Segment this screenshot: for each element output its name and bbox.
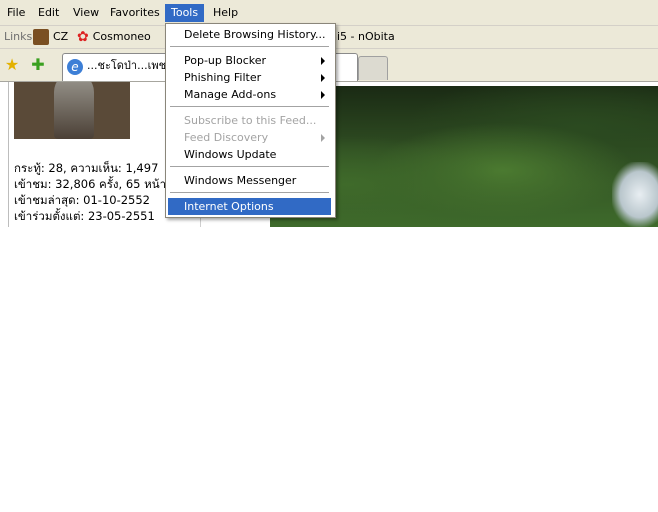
menu-item-subscribe-feed: Subscribe to this Feed... xyxy=(168,112,331,129)
link-cosmoneo-label: Cosmoneo xyxy=(92,30,151,43)
menu-item-label: Delete Browsing History... xyxy=(184,28,326,41)
cosmoneo-icon: ✿ xyxy=(77,29,89,45)
submenu-arrow-icon xyxy=(321,74,325,82)
menu-item-label: Internet Options xyxy=(184,200,274,213)
menu-separator xyxy=(170,106,329,107)
stat-posts: กระทู้: 28, ความเห็น: 1,497 xyxy=(14,161,159,175)
link-hi5-label: hi5 - nObita xyxy=(330,30,395,43)
tools-dropdown: Delete Browsing History... Pop-up Blocke… xyxy=(165,23,336,218)
stat-visits: เข้าชม: 32,806 ครั้ง, 65 หน้า/วัน xyxy=(14,177,185,191)
menu-item-label: Manage Add-ons xyxy=(184,88,277,101)
menu-item-label: Feed Discovery xyxy=(184,131,269,144)
submenu-arrow-icon xyxy=(321,91,325,99)
menu-item-label: Windows Messenger xyxy=(184,174,297,187)
menu-item-windows-messenger[interactable]: Windows Messenger xyxy=(168,172,331,189)
menu-item-manage-addons[interactable]: Manage Add-ons xyxy=(168,86,331,103)
menu-item-label: Subscribe to this Feed... xyxy=(184,114,317,127)
link-cz[interactable]: CZ xyxy=(33,28,68,46)
stat-last-visit: เข้าชมล่าสุด: 01-10-2552 xyxy=(14,193,150,207)
menu-file[interactable]: File xyxy=(1,4,31,22)
favorites-star-icon[interactable]: ★ xyxy=(3,56,21,74)
tab-title: ...ชะโดป่า...เพชร xyxy=(87,59,172,72)
menu-item-delete-browsing-history[interactable]: Delete Browsing History... xyxy=(168,26,331,43)
menu-favorites[interactable]: Favorites xyxy=(104,4,166,22)
menu-item-feed-discovery: Feed Discovery xyxy=(168,129,331,146)
menu-view[interactable]: View xyxy=(67,4,105,22)
menu-separator xyxy=(170,192,329,193)
menu-item-label: Pop-up Blocker xyxy=(184,54,267,67)
link-hi5[interactable]: hi5 - nObita xyxy=(330,28,395,46)
menu-help[interactable]: Help xyxy=(207,4,244,22)
cz-icon xyxy=(33,29,49,45)
menu-item-label: Phishing Filter xyxy=(184,71,262,84)
new-tab-button[interactable] xyxy=(358,56,388,80)
menu-separator xyxy=(170,46,329,47)
submenu-arrow-icon xyxy=(321,134,325,142)
menu-tools[interactable]: Tools xyxy=(165,4,205,22)
links-label: Links xyxy=(4,30,33,43)
link-cz-label: CZ xyxy=(53,30,69,43)
menu-item-phishing-filter[interactable]: Phishing Filter xyxy=(168,69,331,86)
profile-stats: กระทู้: 28, ความเห็น: 1,497 เข้าชม: 32,8… xyxy=(14,160,184,224)
page-left-border xyxy=(8,82,9,227)
menu-item-internet-options[interactable]: Internet Options xyxy=(168,198,331,215)
menu-separator xyxy=(170,166,329,167)
menu-item-windows-update[interactable]: Windows Update xyxy=(168,146,331,163)
submenu-arrow-icon xyxy=(321,57,325,65)
ie-page-icon: e xyxy=(67,59,83,75)
add-favorite-icon[interactable]: ✚ xyxy=(29,56,47,74)
stat-joined: เข้าร่วมตั้งแต่: 23-05-2551 xyxy=(14,209,155,223)
menu-edit[interactable]: Edit xyxy=(32,4,65,22)
link-cosmoneo[interactable]: ✿ Cosmoneo xyxy=(77,28,151,46)
avatar xyxy=(14,82,130,139)
menu-item-popup-blocker[interactable]: Pop-up Blocker xyxy=(168,52,331,69)
menu-item-label: Windows Update xyxy=(184,148,277,161)
